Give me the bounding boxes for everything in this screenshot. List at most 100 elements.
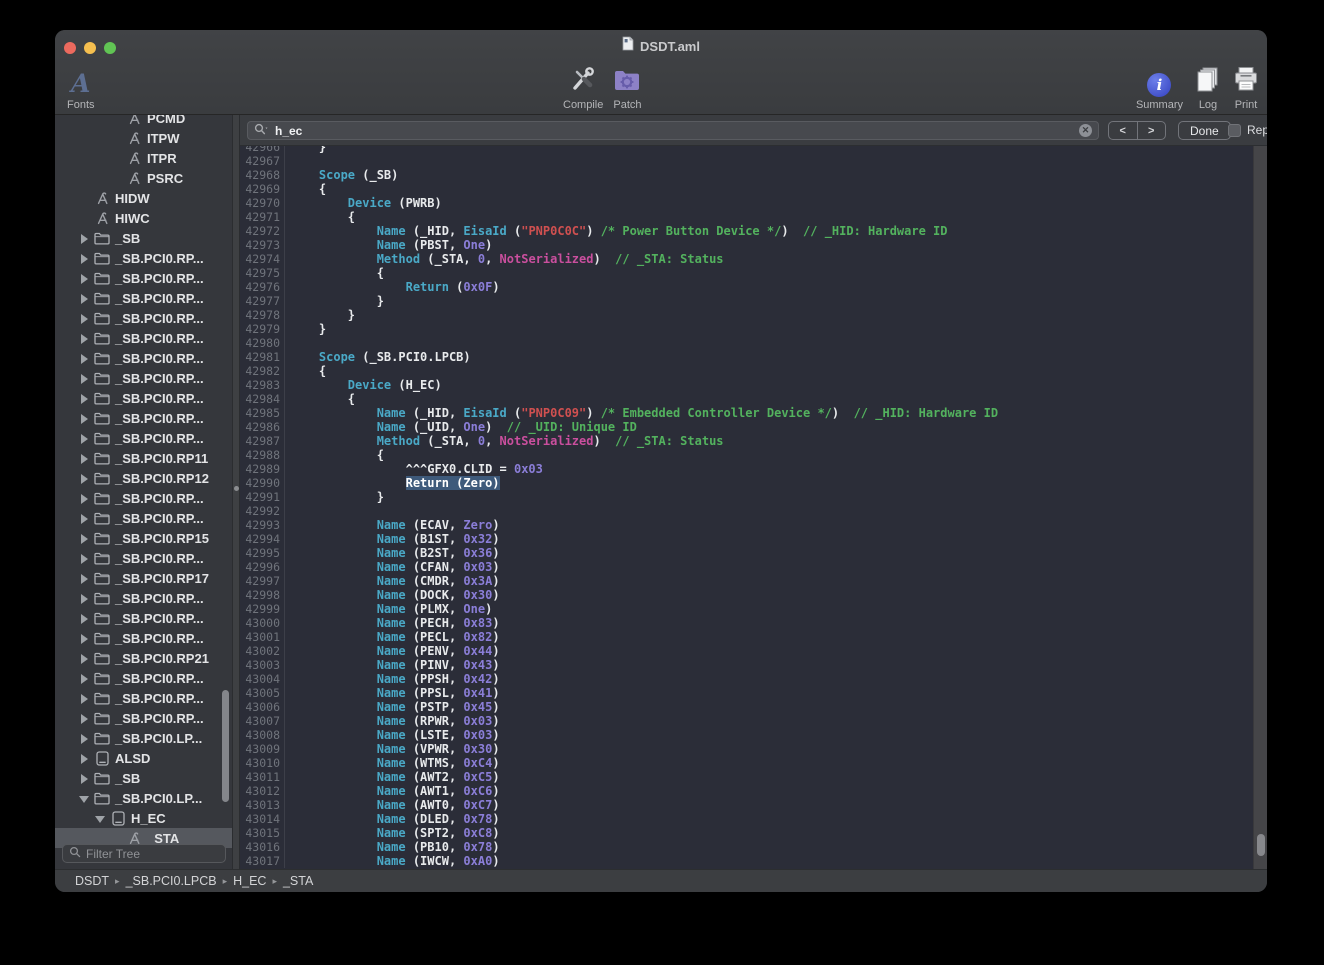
tree-item-_sbpci0rp[interactable]: _SB.PCI0.RP... [55,668,232,688]
disclosure-triangle-icon[interactable] [80,674,89,683]
code-line[interactable]: 42984 { [240,392,1267,406]
code-line[interactable]: 42982 { [240,364,1267,378]
tree-item-_sb[interactable]: _SB [55,768,232,788]
code-line[interactable]: 42986 Name (_UID, One) // _UID: Unique I… [240,420,1267,434]
code-line[interactable]: 42987 Method (_STA, 0, NotSerialized) //… [240,434,1267,448]
tree-item-psrc[interactable]: PSRC [55,168,232,188]
tree-item-_sbpci0rp[interactable]: _SB.PCI0.RP... [55,308,232,328]
tree-item-_sbpci0rp[interactable]: _SB.PCI0.RP... [55,508,232,528]
code-line[interactable]: 42978 } [240,308,1267,322]
tree-item-_sbpci0rp21[interactable]: _SB.PCI0.RP21 [55,648,232,668]
code-line[interactable]: 43010 Name (WTMS, 0xC4) [240,756,1267,770]
disclosure-triangle-icon[interactable] [96,814,105,823]
code-line[interactable]: 43002 Name (PENV, 0x44) [240,644,1267,658]
divider-drag-handle[interactable] [234,486,239,491]
disclosure-triangle-icon[interactable] [80,574,89,583]
done-button[interactable]: Done [1178,121,1231,140]
code-line[interactable]: 43017 Name (IWCW, 0xA0) [240,854,1267,868]
code-line[interactable]: 42991 } [240,490,1267,504]
code-line[interactable]: 42988 { [240,448,1267,462]
disclosure-triangle-icon[interactable] [80,294,89,303]
code-line[interactable]: 42989 ^^^GFX0.CLID = 0x03 [240,462,1267,476]
disclosure-triangle-icon[interactable] [80,514,89,523]
code-line[interactable]: 43015 Name (SPT2, 0xC8) [240,826,1267,840]
tree-item-_sbpci0rp[interactable]: _SB.PCI0.RP... [55,368,232,388]
tree-item-_sb[interactable]: _SB [55,228,232,248]
disclosure-triangle-icon[interactable] [80,714,89,723]
code-line[interactable]: 42970 Device (PWRB) [240,196,1267,210]
disclosure-triangle-icon[interactable] [80,634,89,643]
code-line[interactable]: 42980 [240,336,1267,350]
disclosure-triangle-icon[interactable] [80,654,89,663]
disclosure-triangle-icon[interactable] [80,234,89,243]
editor-scrollbar-thumb[interactable] [1257,834,1265,856]
code-line[interactable]: 42968 Scope (_SB) [240,168,1267,182]
code-line[interactable]: 42985 Name (_HID, EisaId ("PNP0C09") /* … [240,406,1267,420]
disclosure-triangle-icon[interactable] [80,794,89,803]
code-line[interactable]: 42974 Method (_STA, 0, NotSerialized) //… [240,252,1267,266]
replace-checkbox[interactable] [1228,124,1241,137]
code-line[interactable]: 43016 Name (PB10, 0x78) [240,840,1267,854]
code-line[interactable]: 42967 [240,154,1267,168]
tree-item-_sbpci0rp[interactable]: _SB.PCI0.RP... [55,428,232,448]
code-line[interactable]: 42971 { [240,210,1267,224]
disclosure-triangle-icon[interactable] [80,534,89,543]
filter-tree-input[interactable]: Filter Tree [62,844,226,863]
find-next-button[interactable]: > [1138,122,1166,139]
tree-item-h_ec[interactable]: H_EC [55,808,232,828]
code-line[interactable]: 42981 Scope (_SB.PCI0.LPCB) [240,350,1267,364]
disclosure-triangle-icon[interactable] [80,454,89,463]
code-line[interactable]: 42995 Name (B2ST, 0x36) [240,546,1267,560]
tree-item-_sbpci0rp[interactable]: _SB.PCI0.RP... [55,348,232,368]
tree-item-itpw[interactable]: ITPW [55,128,232,148]
code-line[interactable]: 42969 { [240,182,1267,196]
code-line[interactable]: 43014 Name (DLED, 0x78) [240,812,1267,826]
disclosure-triangle-icon[interactable] [80,334,89,343]
code-line[interactable]: 42999 Name (PLMX, One) [240,602,1267,616]
clear-search-icon[interactable]: ✕ [1079,124,1092,137]
code-line[interactable]: 43004 Name (PPSH, 0x42) [240,672,1267,686]
code-line[interactable]: 42990 Return (Zero) [240,476,1267,490]
tree-item-_sbpci0rp[interactable]: _SB.PCI0.RP... [55,388,232,408]
tree-item-_sbpci0rp[interactable]: _SB.PCI0.RP... [55,328,232,348]
code-line[interactable]: 42997 Name (CMDR, 0x3A) [240,574,1267,588]
disclosure-triangle-icon[interactable] [80,414,89,423]
tree-item-_sbpci0rp[interactable]: _SB.PCI0.RP... [55,408,232,428]
tree-item-_sbpci0rp[interactable]: _SB.PCI0.RP... [55,268,232,288]
disclosure-triangle-icon[interactable] [80,474,89,483]
code-line[interactable]: 43006 Name (PSTP, 0x45) [240,700,1267,714]
disclosure-triangle-icon[interactable] [80,354,89,363]
code-line[interactable]: 43011 Name (AWT2, 0xC5) [240,770,1267,784]
tree-item-_sbpci0rp[interactable]: _SB.PCI0.RP... [55,608,232,628]
code-line[interactable]: 43001 Name (PECL, 0x82) [240,630,1267,644]
tree-item-_sbpci0rp15[interactable]: _SB.PCI0.RP15 [55,528,232,548]
tree-item-_sbpci0rp[interactable]: _SB.PCI0.RP... [55,488,232,508]
disclosure-triangle-icon[interactable] [80,394,89,403]
compile-button[interactable]: Compile [563,63,603,111]
split-divider[interactable] [233,115,240,869]
tree-item-_sbpci0rp[interactable]: _SB.PCI0.RP... [55,588,232,608]
tree-item-_sbpci0rp[interactable]: _SB.PCI0.RP... [55,288,232,308]
summary-button[interactable]: i Summary [1136,63,1183,111]
find-previous-button[interactable]: < [1109,122,1138,139]
disclosure-triangle-icon[interactable] [80,774,89,783]
disclosure-triangle-icon[interactable] [80,594,89,603]
tree-item-hidw[interactable]: HIDW [55,188,232,208]
tree-item-itpr[interactable]: ITPR [55,148,232,168]
sidebar-scrollbar-thumb[interactable] [222,690,229,802]
code-line[interactable]: 42979 } [240,322,1267,336]
tree-item-pcmd[interactable]: PCMD [55,115,232,128]
code-line[interactable]: 43013 Name (AWT0, 0xC7) [240,798,1267,812]
disclosure-triangle-icon[interactable] [80,314,89,323]
code-line[interactable]: 43000 Name (PECH, 0x83) [240,616,1267,630]
code-line[interactable]: 43005 Name (PPSL, 0x41) [240,686,1267,700]
tree-item-_sbpci0rp12[interactable]: _SB.PCI0.RP12 [55,468,232,488]
code-line[interactable]: 43003 Name (PINV, 0x43) [240,658,1267,672]
log-button[interactable]: Log [1195,63,1221,111]
code-line[interactable]: 42996 Name (CFAN, 0x03) [240,560,1267,574]
print-button[interactable]: Print [1233,63,1259,111]
disclosure-triangle-icon[interactable] [80,434,89,443]
code-line[interactable]: 42983 Device (H_EC) [240,378,1267,392]
tree-item-_sbpci0rp17[interactable]: _SB.PCI0.RP17 [55,568,232,588]
disclosure-triangle-icon[interactable] [80,494,89,503]
